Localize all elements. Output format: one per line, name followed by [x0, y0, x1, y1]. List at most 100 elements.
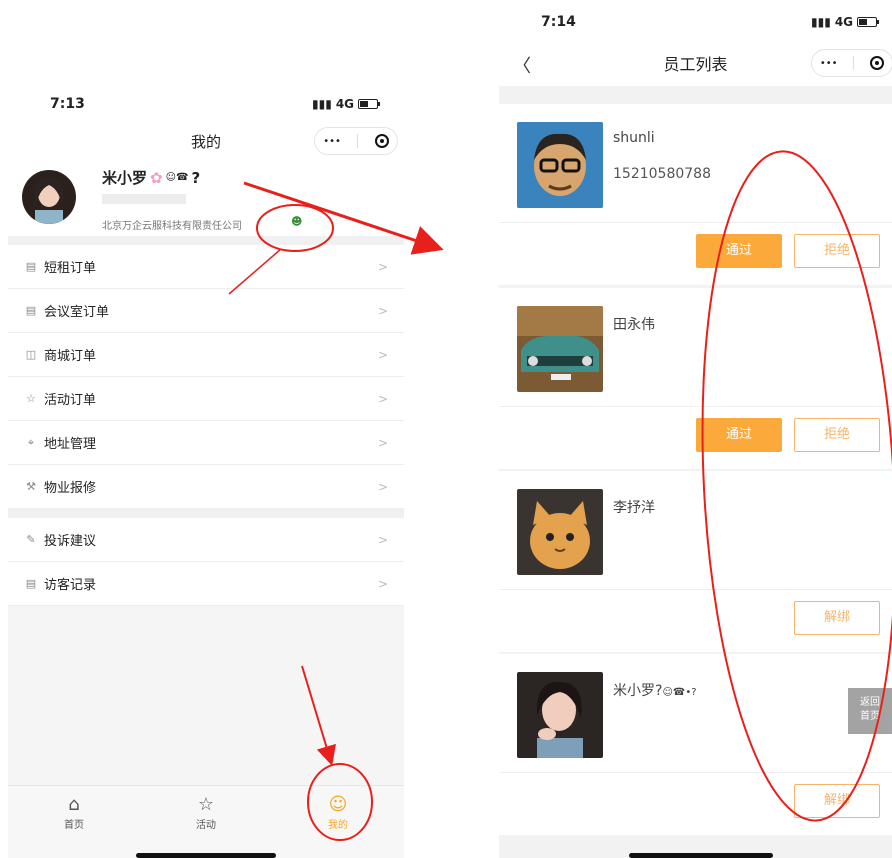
calendar-icon: ▤ — [25, 260, 37, 273]
reject-button[interactable]: 拒绝 — [794, 234, 880, 268]
reject-button[interactable]: 拒绝 — [794, 418, 880, 452]
signal-icon: ▮▮▮ — [312, 97, 332, 111]
menu-label: 访客记录 — [44, 578, 97, 593]
float-label-top: 返回 — [860, 697, 880, 708]
float-label-bottom: 首页 — [860, 711, 880, 722]
network-label: 4G — [834, 15, 854, 29]
avatar-portrait — [34, 176, 64, 224]
left-phone-screen: 7:13 ▮▮▮ 4G 我的 ••• 米小罗 ✿ ☺☎ ? 北京万企云服科技有限… — [8, 82, 404, 858]
chevron-right-icon: > — [377, 347, 388, 362]
blurred-phone — [102, 194, 186, 204]
menu-item-visitor-record[interactable]: ▤ 访客记录 > — [8, 562, 404, 606]
status-bar: 7:14 ▮▮▮ 4G — [499, 0, 892, 44]
user-avatar — [22, 170, 76, 224]
chevron-right-icon: > — [377, 532, 388, 547]
menu-label: 商城订单 — [44, 349, 97, 364]
chevron-right-icon: > — [377, 479, 388, 494]
wrench-icon: ⚒ — [26, 480, 36, 493]
status-signal: ▮▮▮ 4G — [811, 15, 880, 29]
employee-avatar — [517, 672, 603, 758]
order-menu: ▤ 短租订单 > ▤ 会议室订单 > ◫ 商城订单 > ☆ 活动订单 > ⌖ 地址管理 > ⚒ 物业报… — [8, 245, 404, 509]
status-time: 7:13 — [50, 96, 85, 112]
back-home-float-button[interactable]: 返回 首页 — [848, 688, 892, 734]
employee-actions: 解绑 — [499, 772, 892, 835]
battery-icon — [358, 99, 381, 109]
chevron-right-icon: > — [377, 259, 388, 274]
menu-label: 短租订单 — [44, 261, 97, 276]
section-divider — [8, 509, 404, 518]
menu-label: 活动订单 — [44, 393, 97, 408]
face-emoji-icon: ☺☎ — [165, 172, 189, 183]
close-target-icon[interactable] — [374, 134, 389, 148]
employee-name: shunli — [613, 130, 655, 146]
battery-icon — [857, 17, 880, 27]
face-emoji-icon: ☺☎•? — [662, 687, 697, 698]
profile-card[interactable]: 米小罗 ✿ ☺☎ ? 北京万企云服科技有限责任公司 ☻ — [8, 160, 404, 236]
close-target-icon[interactable] — [870, 56, 885, 70]
employee-actions: 解绑 — [499, 589, 892, 652]
profile-name-row: 米小罗 ✿ ☺☎ ? — [102, 167, 200, 188]
capsule-divider — [853, 56, 855, 70]
menu-label: 地址管理 — [44, 437, 97, 452]
unbind-button[interactable]: 解绑 — [794, 784, 880, 818]
tab-label: 活动 — [196, 820, 216, 831]
tab-label: 首页 — [64, 820, 84, 831]
chevron-right-icon: > — [377, 576, 388, 591]
menu-item-feedback[interactable]: ✎ 投诉建议 > — [8, 518, 404, 562]
employee-actions: 通过 拒绝 — [499, 406, 892, 469]
tab-activity[interactable]: ☆ 活动 — [176, 794, 236, 831]
menu-label: 投诉建议 — [44, 534, 97, 549]
signal-icon: ▮▮▮ — [811, 15, 831, 29]
menu-item-repair[interactable]: ⚒ 物业报修 > — [8, 465, 404, 509]
portrait-avatar — [517, 672, 603, 758]
tab-home[interactable]: ⌂ 首页 — [44, 794, 104, 831]
employee-avatar — [517, 122, 603, 208]
employee-card: 李抒洋 — [499, 471, 892, 589]
network-label: 4G — [335, 97, 355, 111]
edit-icon: ✎ — [26, 533, 36, 546]
status-time: 7:14 — [541, 14, 576, 30]
employee-avatar — [517, 306, 603, 392]
more-icon[interactable]: ••• — [820, 58, 838, 69]
mini-program-capsule: ••• — [314, 127, 398, 155]
menu-item-activity-order[interactable]: ☆ 活动订单 > — [8, 377, 404, 421]
profile-name: 米小罗 — [102, 169, 148, 187]
employee-name: 李抒洋 — [613, 500, 655, 516]
service-menu: ✎ 投诉建议 > ▤ 访客记录 > — [8, 518, 404, 606]
status-bar: 7:13 ▮▮▮ 4G — [8, 82, 404, 124]
nav-bar: 〈 员工列表 ••• — [499, 44, 892, 86]
employee-actions: 通过 拒绝 — [499, 222, 892, 285]
menu-label: 物业报修 — [44, 481, 97, 496]
more-icon[interactable]: ••• — [323, 136, 341, 147]
home-icon: ⌂ — [68, 794, 80, 815]
approve-button[interactable]: 通过 — [696, 234, 782, 268]
employee-name-text: 米小罗? — [613, 683, 663, 699]
flower-emoji-icon: ✿ — [150, 168, 163, 187]
tab-mine[interactable]: ☺ 我的 — [308, 794, 368, 831]
calendar-icon: ▤ — [25, 304, 37, 317]
home-indicator — [136, 853, 276, 858]
mini-program-capsule: ••• — [811, 49, 892, 77]
menu-item-mall-order[interactable]: ◫ 商城订单 > — [8, 333, 404, 377]
capsule-divider — [357, 134, 359, 148]
menu-item-meeting-room[interactable]: ▤ 会议室订单 > — [8, 289, 404, 333]
home-indicator — [629, 853, 773, 858]
employee-avatar — [517, 489, 603, 575]
section-divider — [8, 236, 404, 245]
cat-avatar — [517, 489, 603, 575]
star-icon: ☆ — [197, 794, 215, 815]
menu-item-short-rent[interactable]: ▤ 短租订单 > — [8, 245, 404, 289]
employee-phone: 15210580788 — [613, 166, 711, 182]
nav-bar: 我的 ••• — [8, 124, 404, 160]
approve-button[interactable]: 通过 — [696, 418, 782, 452]
cartoon-avatar — [517, 122, 603, 208]
user-icon: ☺ — [328, 794, 348, 815]
profile-name-suffix: ? — [191, 168, 201, 187]
menu-item-address[interactable]: ⌖ 地址管理 > — [8, 421, 404, 465]
employee-card: shunli 15210580788 — [499, 104, 892, 222]
menu-label: 会议室订单 — [44, 305, 110, 320]
company-name: 北京万企云服科技有限责任公司 — [102, 221, 242, 232]
employee-name: 米小罗?☺☎•? — [613, 680, 697, 700]
chevron-right-icon: > — [377, 391, 388, 406]
unbind-button[interactable]: 解绑 — [794, 601, 880, 635]
